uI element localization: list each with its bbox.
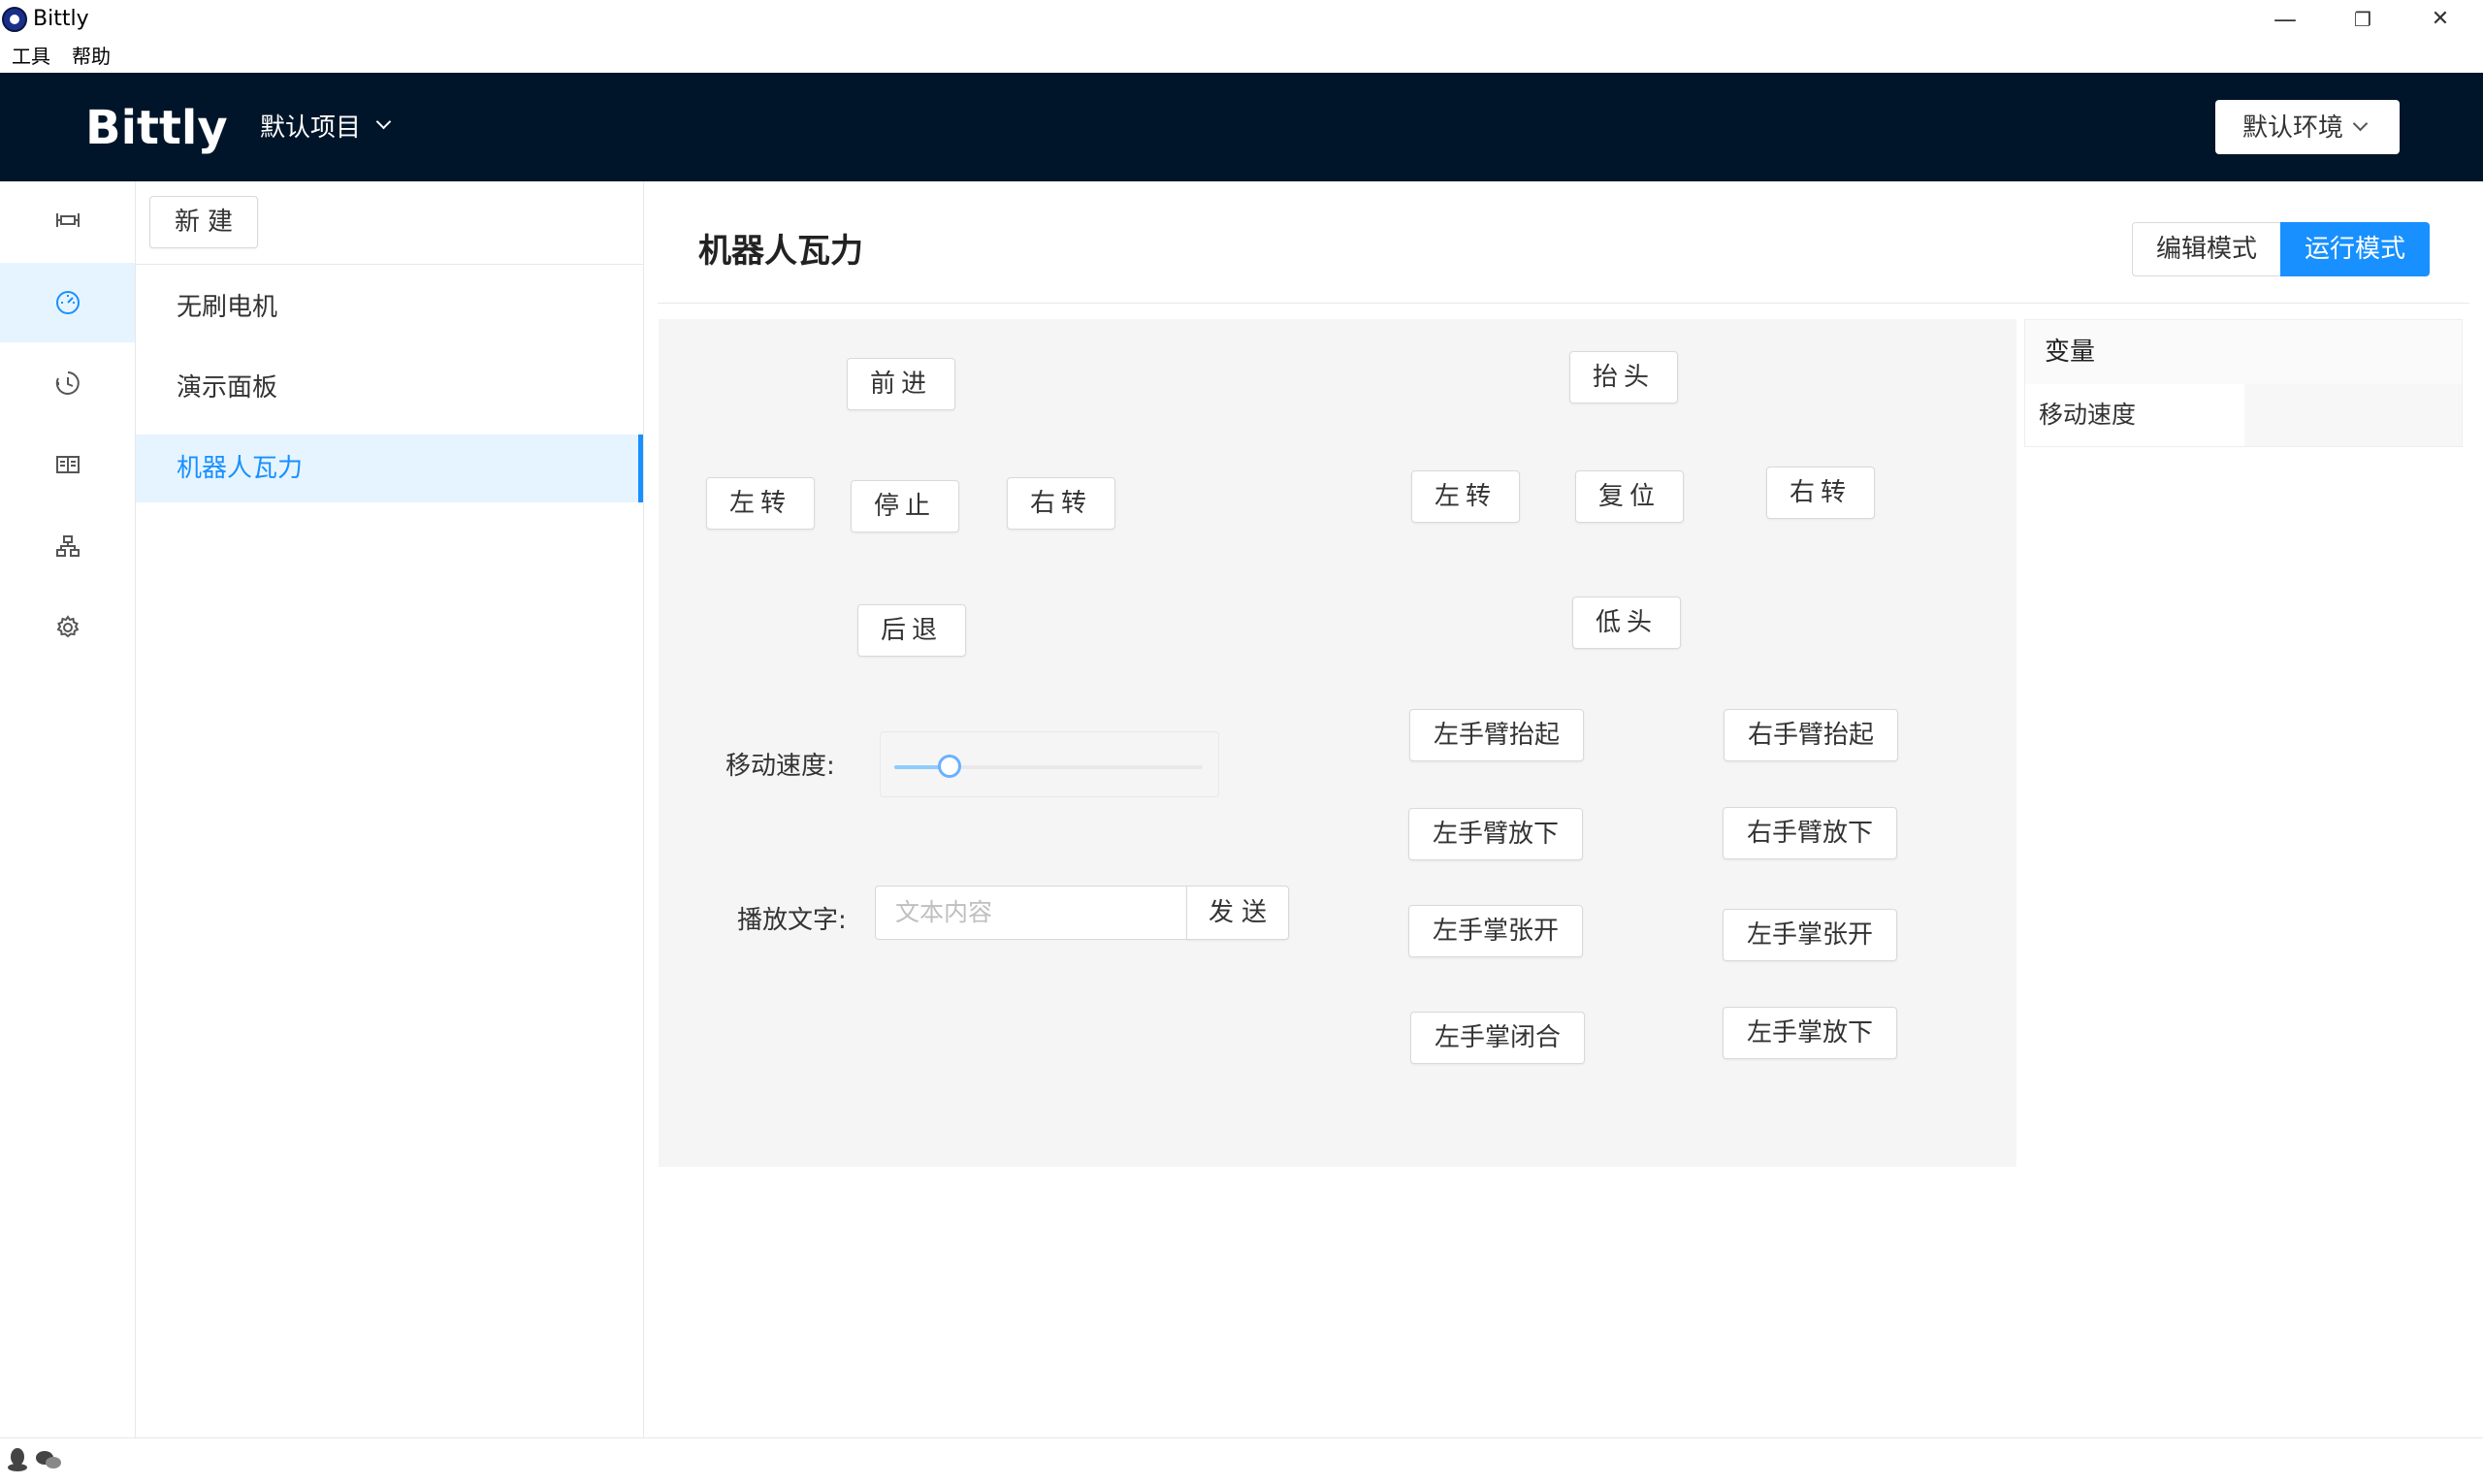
- variable-value-speed: [2244, 384, 2462, 446]
- new-panel-button[interactable]: 新建: [149, 196, 258, 248]
- left-palm-open-button[interactable]: 左手掌张开: [1408, 905, 1583, 957]
- menubar: [0, 39, 2483, 73]
- status-footer: [0, 1437, 2483, 1484]
- list-item-demo-panel[interactable]: 演示面板: [136, 354, 643, 422]
- speed-slider-container: [880, 731, 1219, 797]
- left-palm-open-button-2[interactable]: 左手掌张开: [1723, 909, 1897, 961]
- project-selector-label[interactable]: 默认项目: [260, 109, 361, 147]
- stop-button[interactable]: 停止: [851, 480, 959, 532]
- history-icon: [55, 371, 80, 395]
- menu-tools[interactable]: 工具: [12, 43, 50, 70]
- dashboard-icon: [56, 291, 80, 314]
- rail-item-history[interactable]: [0, 344, 135, 424]
- variable-name-speed: 移动速度: [2025, 384, 2244, 446]
- brand-logo: Bittly: [85, 101, 228, 155]
- head-up-button[interactable]: 抬头: [1569, 351, 1678, 403]
- left-palm-down-button[interactable]: 左手掌放下: [1723, 1007, 1897, 1059]
- left-arm-down-button[interactable]: 左手臂放下: [1408, 808, 1583, 860]
- list-item-robot-wall-e[interactable]: 机器人瓦力: [136, 435, 643, 502]
- run-mode-button[interactable]: 运行模式: [2280, 222, 2430, 276]
- speed-slider-handle[interactable]: [938, 755, 961, 778]
- app-logo-icon: [2, 7, 27, 32]
- close-button[interactable]: ✕: [2402, 0, 2479, 39]
- divider: [658, 303, 2469, 304]
- right-arm-up-button[interactable]: 右手臂抬起: [1724, 709, 1898, 761]
- forward-button[interactable]: 前进: [847, 358, 955, 410]
- environment-select-label[interactable]: 默认环境: [2242, 111, 2343, 145]
- speed-label: 移动速度:: [726, 752, 835, 781]
- page-title: 机器人瓦力: [698, 232, 863, 271]
- rail-item-settings[interactable]: [0, 589, 135, 668]
- ruler-icon: [56, 213, 80, 227]
- speech-text-input[interactable]: 文本内容: [875, 886, 1187, 940]
- qq-icon[interactable]: [6, 1447, 29, 1472]
- variables-header: 变量: [2025, 320, 2462, 384]
- turn-right-button[interactable]: 右转: [1007, 477, 1115, 530]
- window-title: Bittly: [33, 7, 89, 31]
- rail-item-cluster[interactable]: [0, 507, 135, 587]
- left-arm-up-button[interactable]: 左手臂抬起: [1409, 709, 1584, 761]
- left-palm-close-button[interactable]: 左手掌闭合: [1410, 1012, 1585, 1064]
- list-item-brushless-motor[interactable]: 无刷电机: [136, 274, 643, 341]
- head-reset-button[interactable]: 复位: [1575, 470, 1684, 523]
- minimize-button[interactable]: —: [2246, 0, 2324, 39]
- send-button[interactable]: 发送: [1186, 886, 1289, 940]
- rail-item-docs[interactable]: [0, 426, 135, 505]
- cluster-icon: [56, 535, 80, 557]
- wechat-icon[interactable]: [35, 1447, 62, 1472]
- head-down-button[interactable]: 低头: [1572, 597, 1681, 649]
- window-titlebar: [0, 0, 2483, 39]
- right-arm-down-button[interactable]: 右手臂放下: [1723, 807, 1897, 859]
- app-header: [0, 73, 2483, 181]
- backward-button[interactable]: 后退: [857, 604, 966, 657]
- rail-item-ruler[interactable]: [0, 181, 135, 261]
- book-icon: [56, 456, 80, 473]
- speech-text-label: 播放文字:: [737, 906, 847, 935]
- rail-item-dashboard[interactable]: [0, 263, 135, 342]
- head-turn-right-button[interactable]: 右转: [1766, 467, 1875, 519]
- restore-button[interactable]: ❐: [2324, 0, 2402, 39]
- turn-left-button[interactable]: 左转: [706, 477, 815, 530]
- edit-mode-button[interactable]: 编辑模式: [2132, 222, 2281, 276]
- gear-icon: [56, 615, 80, 638]
- menu-help[interactable]: 帮助: [72, 43, 111, 70]
- head-turn-left-button[interactable]: 左转: [1411, 470, 1520, 523]
